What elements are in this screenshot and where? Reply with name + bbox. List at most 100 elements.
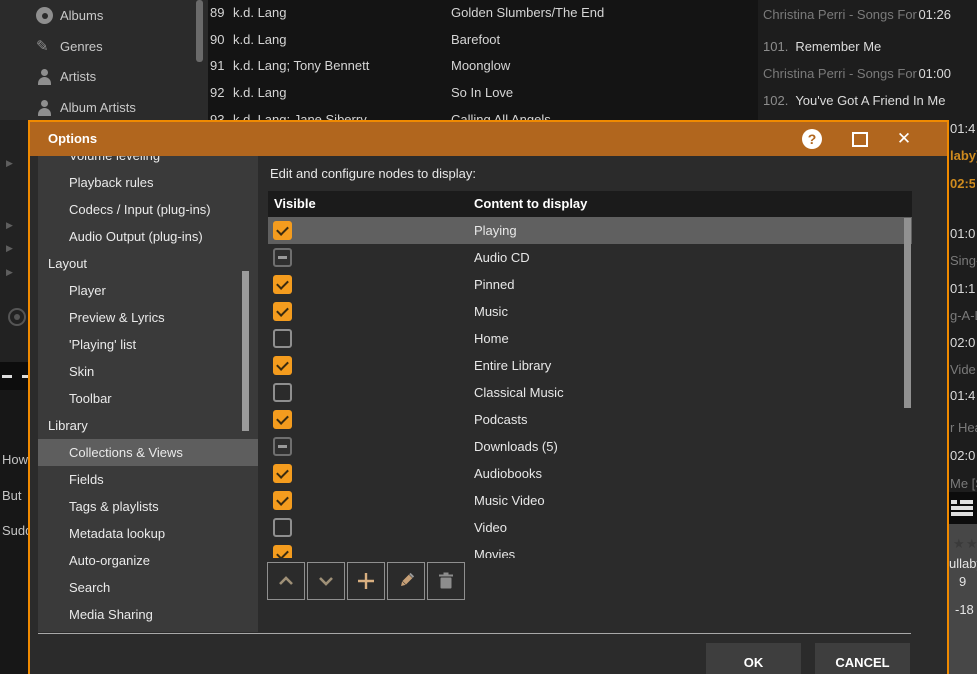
playlist-fragment[interactable]: 02:51 <box>950 176 975 192</box>
nodes-table-scrollbar[interactable] <box>904 218 911 408</box>
visible-checkbox[interactable] <box>273 437 292 456</box>
maximize-icon[interactable] <box>849 129 869 149</box>
media-tree-scrollbar[interactable] <box>196 0 203 62</box>
ok-button[interactable]: OK <box>706 643 801 674</box>
node-label: Audiobooks <box>474 460 542 487</box>
playlist-fragment[interactable]: Me [S… <box>950 476 977 492</box>
add-button[interactable] <box>347 562 385 600</box>
table-row[interactable]: Classical Music <box>268 379 912 406</box>
playlist-fragment[interactable]: Vide … <box>950 362 977 378</box>
move-up-button[interactable] <box>267 562 305 600</box>
track-row[interactable]: 89k.d. LangGolden Slumbers/The End <box>208 0 758 26</box>
visible-checkbox[interactable] <box>273 491 292 510</box>
edit-button[interactable] <box>387 562 425 600</box>
sidebar-item-genres[interactable]: ✎Genres <box>0 33 208 60</box>
tree-expand-icon[interactable]: ▶ <box>6 158 13 169</box>
table-row[interactable]: Audio CD <box>268 244 912 271</box>
table-row[interactable]: Playing <box>268 217 912 244</box>
playlist-item[interactable]: Christina Perri - Songs For …01:00 <box>763 64 973 84</box>
visible-checkbox[interactable] <box>273 410 292 429</box>
settings-nav-toolbar[interactable]: Toolbar <box>38 385 258 412</box>
visible-checkbox[interactable] <box>273 545 292 558</box>
table-row[interactable]: Music <box>268 298 912 325</box>
settings-nav-player[interactable]: Player <box>38 277 258 304</box>
playlist-fragment[interactable]: 01:19 <box>950 281 975 297</box>
playlist-fragment[interactable]: Sing-… <box>950 253 977 269</box>
playlist-fragment[interactable]: 02:05 <box>950 448 975 464</box>
visible-checkbox[interactable] <box>273 383 292 402</box>
table-row[interactable]: Movies <box>268 541 912 558</box>
table-row[interactable]: Entire Library <box>268 352 912 379</box>
playlist-fragment[interactable]: 01:49 <box>950 388 975 404</box>
sidebar-item-artists[interactable]: Artists <box>0 63 208 90</box>
playlist-item[interactable]: 102.You've Got A Friend In Me <box>763 91 973 111</box>
close-icon[interactable]: ✕ <box>894 129 914 149</box>
queue-list-icon[interactable] <box>951 500 973 516</box>
playlist-fragment[interactable]: r Hea… <box>950 420 977 436</box>
playlist-fragment[interactable]: 01:05 <box>950 226 975 242</box>
visible-checkbox[interactable] <box>273 356 292 375</box>
settings-nav-collections-views[interactable]: Collections & Views <box>38 439 258 466</box>
table-row[interactable]: Audiobooks <box>268 460 912 487</box>
help-icon[interactable]: ? <box>802 129 822 149</box>
sidebar-item-label: Genres <box>60 33 103 60</box>
settings-nav-metadata-lookup[interactable]: Metadata lookup <box>38 520 258 547</box>
settings-nav-scrollbar[interactable] <box>242 271 249 431</box>
playlist-item[interactable]: 101.Remember Me <box>763 37 973 57</box>
cancel-button[interactable]: CANCEL <box>815 643 910 674</box>
tree-expand-icon[interactable]: ▶ <box>6 220 13 231</box>
sidebar-item-album-artists[interactable]: Album Artists <box>0 94 208 121</box>
media-tree-sliver: HowButSudd ▶▶▶▶ <box>0 120 28 674</box>
settings-nav-fields[interactable]: Fields <box>38 466 258 493</box>
table-row[interactable]: Video <box>268 514 912 541</box>
rating-star-icon[interactable]: ★ <box>953 536 965 552</box>
settings-nav-library[interactable]: Library <box>38 412 258 439</box>
playlist-fragment[interactable]: laby) <box>950 148 977 164</box>
settings-nav-playing-list[interactable]: 'Playing' list <box>38 331 258 358</box>
table-row[interactable]: Music Video <box>268 487 912 514</box>
playlist-fragment[interactable]: g-A-Lo… <box>950 308 977 324</box>
playlist-album-header: Christina Perri - Songs For … <box>763 66 934 81</box>
footer-divider <box>38 633 911 634</box>
settings-nav-search[interactable]: Search <box>38 574 258 601</box>
rating-star-icon[interactable]: ★ <box>966 536 977 552</box>
playlist-fragment[interactable]: 02:08 <box>950 335 975 351</box>
visible-checkbox[interactable] <box>273 275 292 294</box>
move-down-button[interactable] <box>307 562 345 600</box>
dialog-titlebar[interactable]: Options ? ✕ <box>30 122 947 156</box>
track-row[interactable]: 92k.d. LangSo In Love <box>208 80 758 106</box>
settings-nav-media-sharing[interactable]: Media Sharing <box>38 601 258 628</box>
track-artist: k.d. Lang <box>233 27 287 53</box>
track-row[interactable]: 91k.d. Lang; Tony BennettMoonglow <box>208 53 758 79</box>
delete-button[interactable] <box>427 562 465 600</box>
tree-expand-icon[interactable]: ▶ <box>6 243 13 254</box>
settings-nav-auto-organize[interactable]: Auto-organize <box>38 547 258 574</box>
playlist-item-title: You've Got A Friend In Me <box>795 93 945 108</box>
settings-nav-layout[interactable]: Layout <box>38 250 258 277</box>
visible-checkbox[interactable] <box>273 464 292 483</box>
sidebar-item-albums[interactable]: Albums <box>0 2 208 29</box>
visible-checkbox[interactable] <box>273 248 292 267</box>
visible-checkbox[interactable] <box>273 518 292 537</box>
node-label: Classical Music <box>474 379 564 406</box>
table-row[interactable]: Pinned <box>268 271 912 298</box>
settings-nav-preview-lyrics[interactable]: Preview & Lyrics <box>38 304 258 331</box>
table-row[interactable]: Downloads (5) <box>268 433 912 460</box>
playlist-item[interactable]: Christina Perri - Songs For …01:26 <box>763 5 973 25</box>
settings-nav-playback-rules[interactable]: Playback rules <box>38 169 258 196</box>
nodes-table: PlayingAudio CDPinnedMusicHomeEntire Lib… <box>268 217 912 558</box>
settings-nav-codecs-input-plug-ins[interactable]: Codecs / Input (plug-ins) <box>38 196 258 223</box>
playlist-album-header: Christina Perri - Songs For … <box>763 7 934 22</box>
visible-checkbox[interactable] <box>273 302 292 321</box>
visible-checkbox[interactable] <box>273 329 292 348</box>
settings-nav-volume-leveling[interactable]: Volume leveling <box>38 156 258 169</box>
settings-nav-tags-playlists[interactable]: Tags & playlists <box>38 493 258 520</box>
table-row[interactable]: Podcasts <box>268 406 912 433</box>
visible-checkbox[interactable] <box>273 221 292 240</box>
table-row[interactable]: Home <box>268 325 912 352</box>
playlist-fragment[interactable]: 01:40 <box>950 121 975 137</box>
track-row[interactable]: 90k.d. LangBarefoot <box>208 27 758 53</box>
settings-nav-skin[interactable]: Skin <box>38 358 258 385</box>
settings-nav-audio-output-plug-ins[interactable]: Audio Output (plug-ins) <box>38 223 258 250</box>
tree-expand-icon[interactable]: ▶ <box>6 267 13 278</box>
